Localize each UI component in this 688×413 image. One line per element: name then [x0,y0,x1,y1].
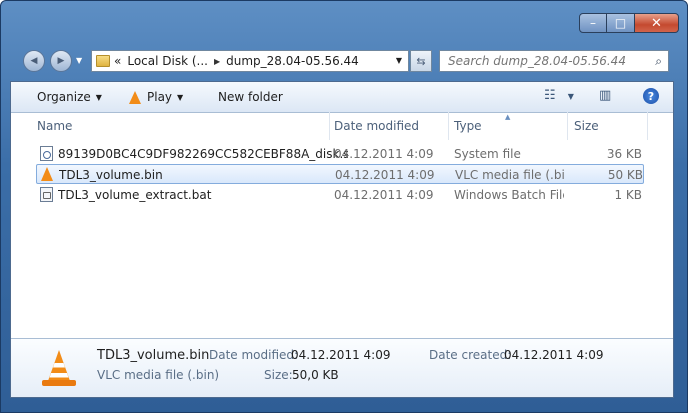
details-created-value: 04.12.2011 4:09 [504,348,604,362]
search-icon[interactable]: ⌕ [655,54,662,69]
column-header: Name Date modified ▲ Type Size [11,112,673,140]
column-size[interactable]: Size [574,119,599,133]
refresh-button[interactable]: ⇆ [410,50,432,72]
organize-button[interactable]: Organize ▼ [37,90,102,104]
system-file-icon [40,146,53,161]
play-button[interactable]: Play ▼ [129,90,183,104]
new-folder-button[interactable]: New folder [218,90,283,104]
breadcrumb-separator-icon[interactable]: ▶ [214,57,220,66]
column-date-modified[interactable]: Date modified [334,119,419,133]
file-date-modified: 04.12.2011 4:09 [334,147,434,161]
command-bar: Organize ▼ Play ▼ New folder ☷ ▼ ▥ ? [11,82,673,113]
file-date-modified: 04.12.2011 4:09 [335,168,435,182]
new-folder-label: New folder [218,90,283,104]
file-type: VLC media file (.bi... [455,168,565,182]
search-box[interactable]: ⌕ [439,50,669,72]
details-created-label: Date created: [429,348,512,362]
details-file-type: VLC media file (.bin) [97,368,220,382]
details-pane: TDL3_volume.bin VLC media file (.bin) Da… [11,338,673,397]
chevron-down-icon: ▼ [95,92,102,102]
file-name: 89139D0BC4C9DF982269CC582CEBF88A_disk.sy… [58,147,348,161]
close-button[interactable]: ✕ [635,13,679,33]
file-row-tdl3-extract-bat[interactable]: TDL3_volume_extract.bat 04.12.2011 4:09 … [36,185,644,205]
file-type: Windows Batch File [454,188,564,202]
help-icon: ? [647,89,655,103]
column-type[interactable]: Type [454,119,482,133]
search-input[interactable] [446,53,650,69]
column-divider[interactable] [329,112,330,140]
column-divider[interactable] [647,112,648,140]
navigation-bar: ◀ ▶ ▼ « Local Disk (... ▶ dump_28.04-05.… [19,48,677,74]
address-overflow-chevron[interactable]: « [114,54,121,68]
details-file-name: TDL3_volume.bin [97,348,210,363]
view-options-button[interactable]: ☷ ▼ [544,88,574,103]
caption-buttons: – □ ✕ [579,13,679,33]
vlc-cone-icon [129,90,141,104]
column-divider[interactable] [448,112,449,140]
chevron-down-icon: ▼ [567,92,574,101]
back-button[interactable]: ◀ [23,50,45,72]
details-modified-value: 04.12.2011 4:09 [291,348,391,362]
file-type: System file [454,147,521,161]
sort-ascending-icon: ▲ [505,113,511,121]
help-button[interactable]: ? [643,88,659,104]
breadcrumb-dump-folder[interactable]: dump_28.04-05.56.44 [226,54,359,68]
forward-arrow-icon: ▶ [57,56,65,66]
file-row-disk-sys[interactable]: 89139D0BC4C9DF982269CC582CEBF88A_disk.sy… [36,144,644,164]
maximize-button[interactable]: □ [607,13,635,33]
file-size: 1 KB [614,188,642,202]
minimize-button[interactable]: – [579,13,607,33]
vlc-cone-icon [41,167,54,182]
file-row-tdl3-volume-bin[interactable]: TDL3_volume.bin 04.12.2011 4:09 VLC medi… [36,164,644,184]
address-dropdown-icon[interactable]: ▼ [396,56,402,65]
explorer-content: Organize ▼ Play ▼ New folder ☷ ▼ ▥ ? Nam… [10,81,674,398]
recent-pages-dropdown[interactable]: ▼ [76,56,82,65]
vlc-cone-icon [42,350,76,386]
column-divider[interactable] [567,112,568,140]
breadcrumb-local-disk[interactable]: Local Disk (... [127,54,208,68]
preview-pane-button[interactable]: ▥ [599,88,611,103]
view-details-icon: ☷ [544,88,556,103]
chevron-down-icon: ▼ [177,92,184,102]
play-label: Play [147,90,173,104]
file-name: TDL3_volume_extract.bat [58,188,212,202]
details-size-value: 50,0 KB [292,368,339,382]
refresh-icon: ⇆ [416,54,426,68]
title-bar[interactable]: – □ ✕ [1,1,687,41]
file-size: 36 KB [606,147,642,161]
details-modified-label: Date modified: [209,348,299,362]
column-name[interactable]: Name [37,119,72,133]
preview-pane-icon: ▥ [599,88,612,103]
batch-file-icon [40,187,53,202]
file-name: TDL3_volume.bin [59,168,163,182]
explorer-window: – □ ✕ ◀ ▶ ▼ « Local Disk (... ▶ dump_28.… [0,0,688,413]
back-arrow-icon: ◀ [30,56,38,66]
details-size-label: Size: [264,368,293,382]
forward-button[interactable]: ▶ [50,50,72,72]
address-bar[interactable]: « Local Disk (... ▶ dump_28.04-05.56.44 … [91,50,409,72]
folder-icon [96,55,110,67]
file-size: 50 KB [607,168,643,182]
organize-label: Organize [37,90,91,104]
file-date-modified: 04.12.2011 4:09 [334,188,434,202]
